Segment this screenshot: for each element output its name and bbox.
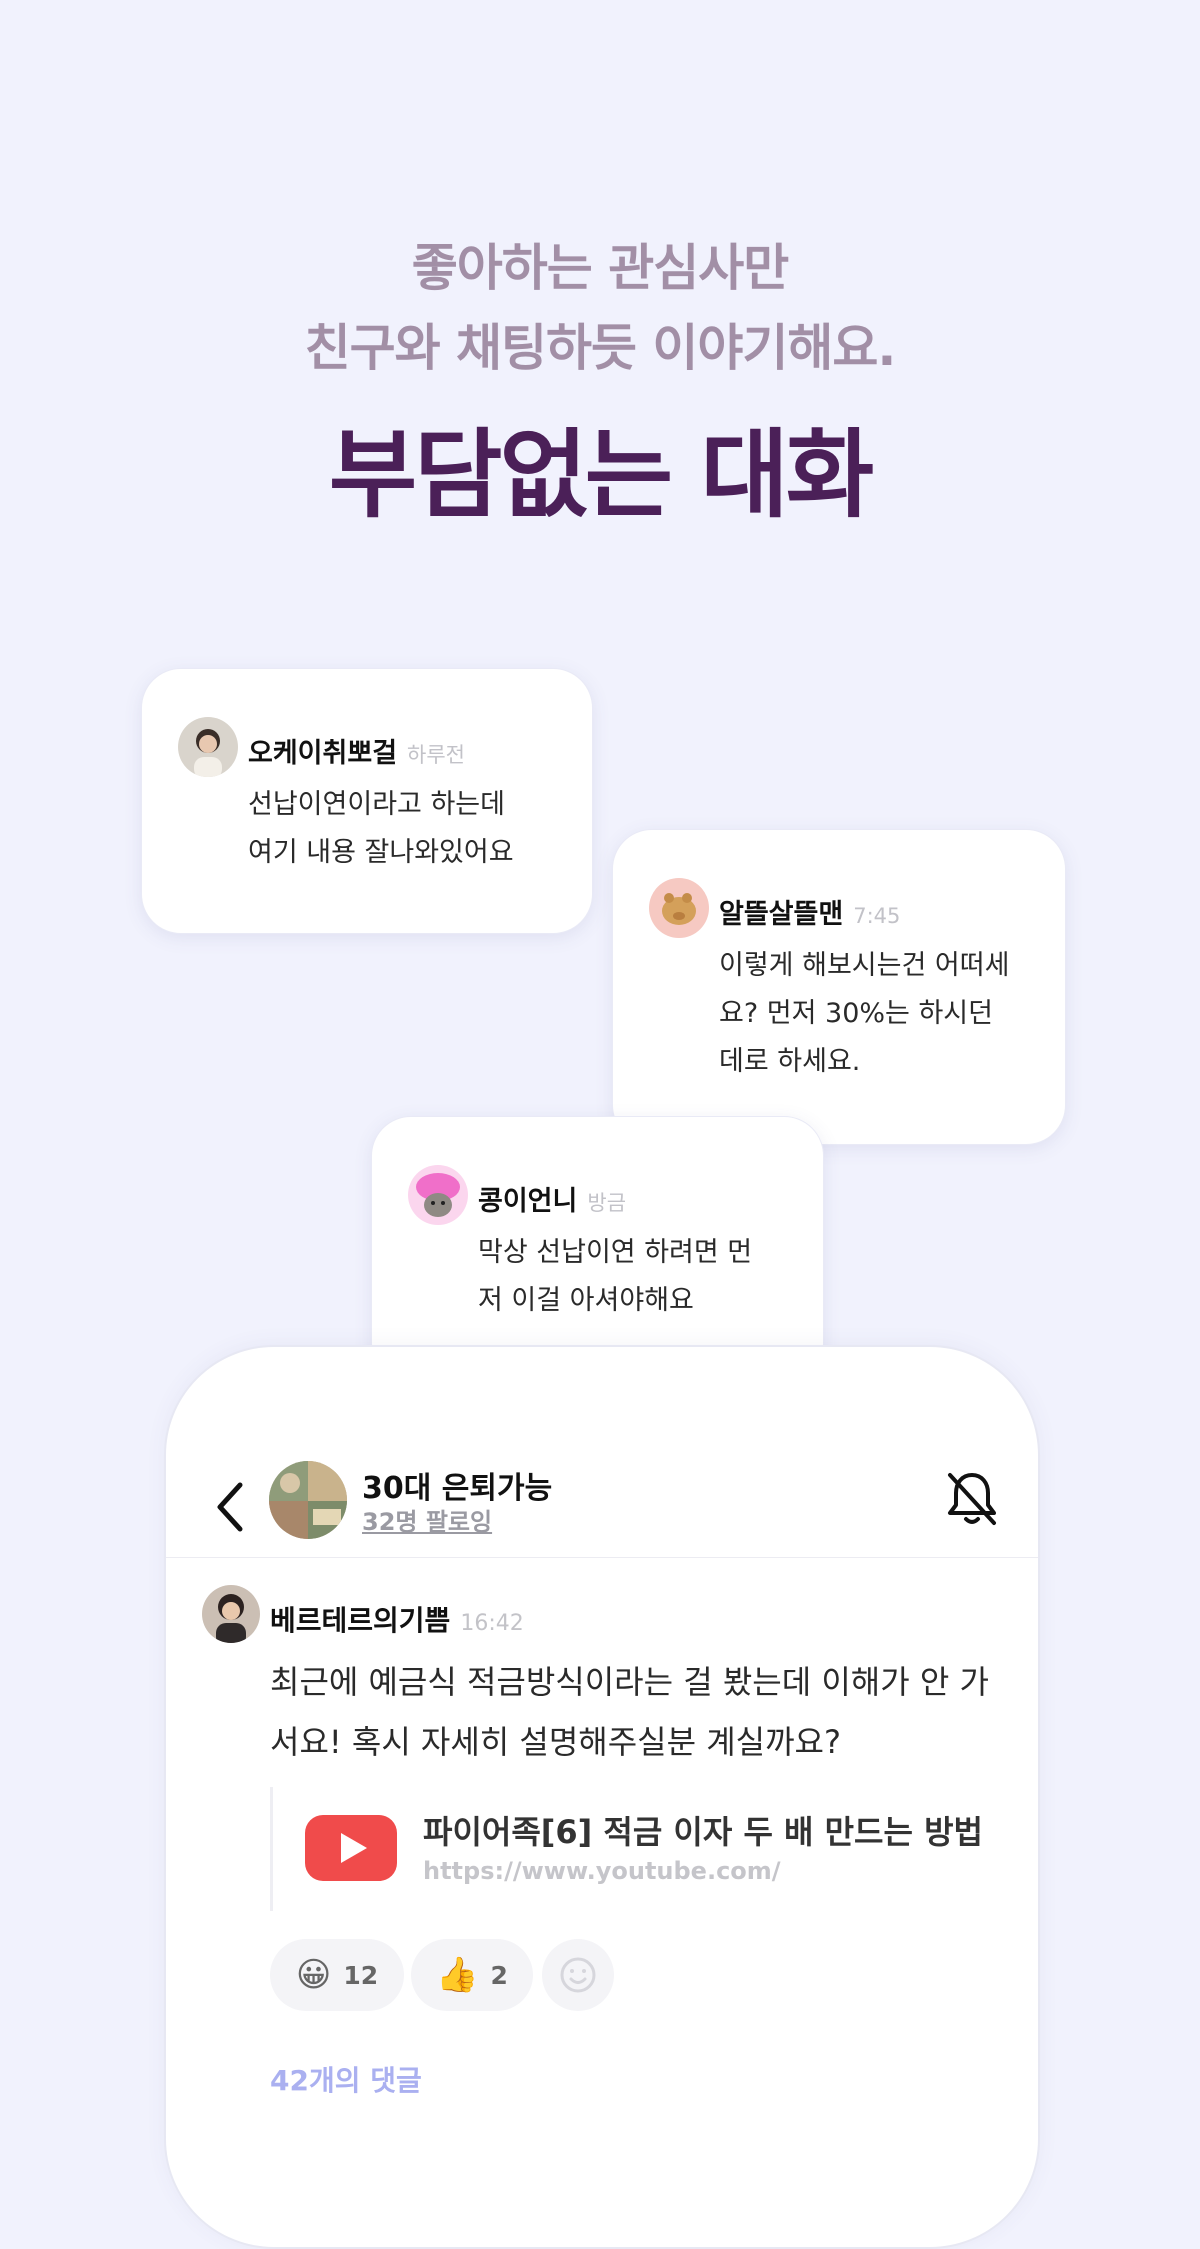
piggy-bank-avatar xyxy=(649,878,709,938)
post-author-name: 베르테르의기쁨 xyxy=(270,1604,451,1637)
hero-title: 부담없는 대화 xyxy=(328,419,874,531)
post-author-avatar[interactable] xyxy=(202,1585,260,1643)
back-icon[interactable] xyxy=(210,1477,254,1537)
reaction-count: 2 xyxy=(490,1960,508,1990)
youtube-icon xyxy=(303,1813,399,1883)
post-timestamp: 16:42 xyxy=(460,1611,524,1636)
thumbs-up-emoji-icon: 👍 xyxy=(436,1955,479,1995)
author-name: 오케이취뽀걸 xyxy=(248,738,398,769)
group-avatar[interactable] xyxy=(268,1457,348,1547)
grin-emoji-icon: 😀 xyxy=(295,1955,332,1995)
bell-off-icon[interactable] xyxy=(944,1469,1000,1529)
add-reaction-button[interactable] xyxy=(542,1939,614,2011)
link-url: https://www.youtube.com/ xyxy=(423,1857,781,1885)
reaction-count: 12 xyxy=(343,1960,379,1990)
bubble-message: 선납이연이라고 하는데 여기 내용 잘나와있어요 xyxy=(248,789,514,868)
post-author: 베르테르의기쁨 16:42 xyxy=(270,1599,524,1639)
cat-avatar xyxy=(408,1165,468,1225)
hero-subtitle-line2: 친구와 채팅하듯 이야기해요. xyxy=(304,319,897,377)
bubble-author: 알뜰살뜰맨 7:45 xyxy=(719,892,900,931)
smiley-icon xyxy=(560,1957,596,1993)
link-title: 파이어족[6] 적금 이자 두 배 만드는 방법 xyxy=(423,1813,983,1851)
bubble-message: 막상 선납이연 하려면 먼 저 이걸 아셔야해요 xyxy=(478,1237,753,1316)
reaction-grin[interactable]: 😀 12 xyxy=(270,1939,404,2011)
bubble-author: 콩이언니 방금 xyxy=(478,1179,626,1218)
timestamp: 하루전 xyxy=(407,743,466,767)
timestamp: 방금 xyxy=(587,1191,627,1215)
author-name: 콩이언니 xyxy=(478,1186,578,1217)
timestamp: 7:45 xyxy=(853,904,901,928)
group-title: 30대 은퇴가능 xyxy=(362,1471,553,1506)
hero-subtitle-line1: 좋아하는 관심사만 xyxy=(411,239,789,297)
author-name: 알뜰살뜰맨 xyxy=(719,899,844,930)
phone-mockup: 30대 은퇴가능 32명 팔로잉 베르테르의기쁨 16:42 최근에 예금식 적금… xyxy=(164,1345,1040,2249)
post-body: 최근에 예금식 적금방식이라는 걸 봤는데 이해가 안 가서요! 혹시 자세히 … xyxy=(270,1663,989,1761)
reaction-thumbs-up[interactable]: 👍 2 xyxy=(411,1939,533,2011)
hero-subtitle: 좋아하는 관심사만 친구와 채팅하듯 이야기해요. xyxy=(0,228,1200,388)
bubble-message: 이렇게 해보시는건 어떠세 요? 먼저 30%는 하시던 데로 하세요. xyxy=(719,950,1010,1077)
link-preview[interactable]: 파이어족[6] 적금 이자 두 배 만드는 방법 https://www.you… xyxy=(270,1787,993,1911)
chat-bubble-2: 알뜰살뜰맨 7:45 이렇게 해보시는건 어떠세 요? 먼저 30%는 하시던 데… xyxy=(612,829,1066,1145)
person-avatar xyxy=(178,717,238,777)
chat-bubble-3: 콩이언니 방금 막상 선납이연 하려면 먼 저 이걸 아셔야해요 xyxy=(371,1116,824,1383)
group-followers[interactable]: 32명 팔로잉 xyxy=(362,1502,492,1537)
chat-bubble-1: 오케이취뽀걸 하루전 선납이연이라고 하는데 여기 내용 잘나와있어요 xyxy=(141,668,593,934)
comments-link[interactable]: 42개의 댓글 xyxy=(270,2059,422,2099)
bubble-author: 오케이취뽀걸 하루전 xyxy=(248,731,465,770)
